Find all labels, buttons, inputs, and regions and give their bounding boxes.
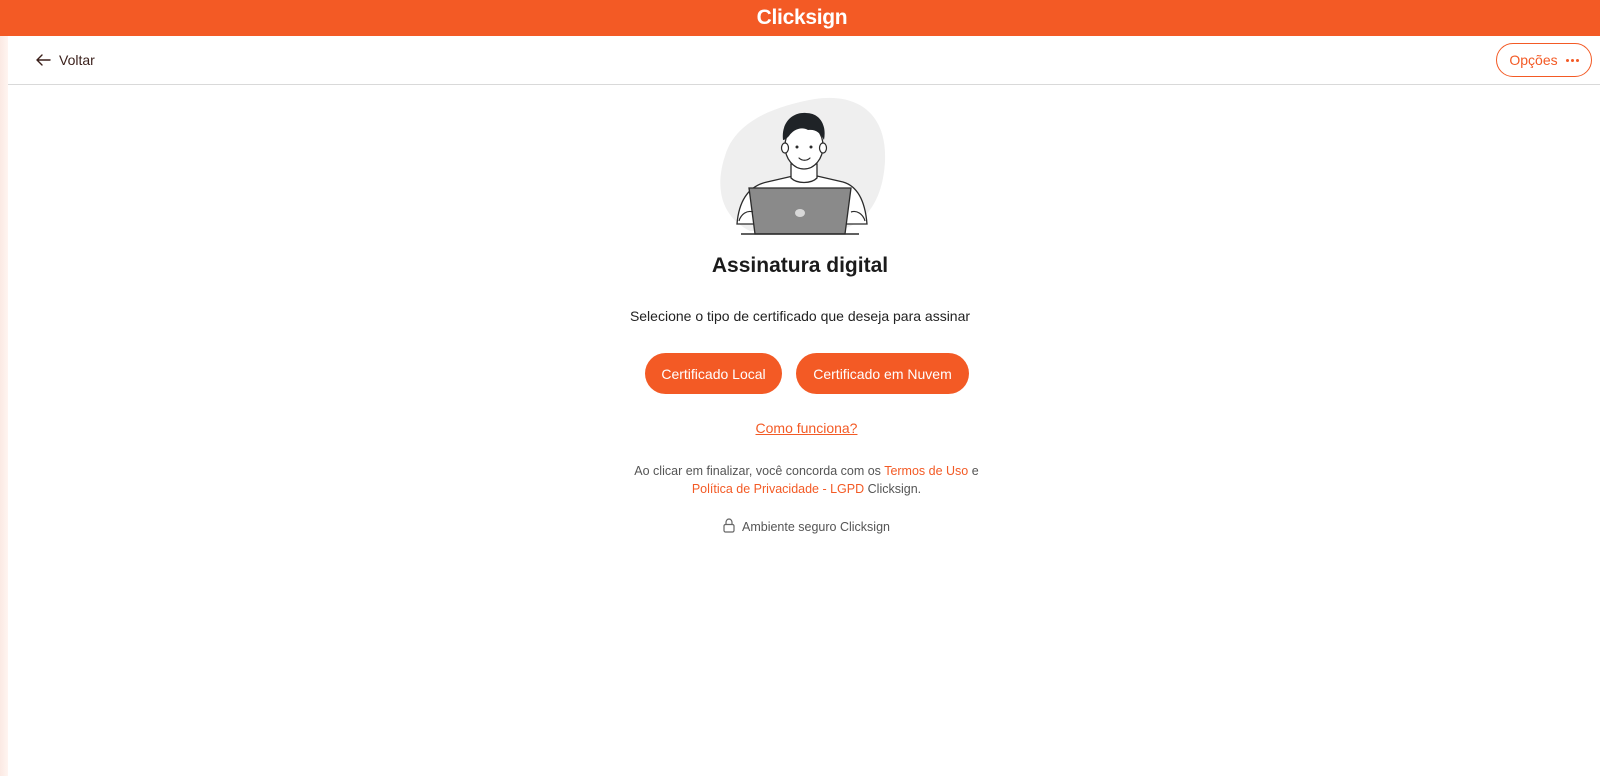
clicksign-logo: Clicksign	[756, 6, 848, 29]
brand-header: Clicksign	[0, 0, 1600, 36]
more-horizontal-icon	[1565, 58, 1579, 62]
left-edge-strip	[0, 36, 8, 776]
page-subtitle: Selecione o tipo de certificado que dese…	[629, 308, 971, 324]
lock-icon	[723, 518, 735, 536]
page-title: Assinatura digital	[711, 254, 889, 277]
back-button[interactable]: Voltar	[35, 48, 95, 72]
local-certificate-button[interactable]: Certificado Local	[645, 353, 782, 394]
how-it-works-link[interactable]: Como funciona?	[0, 420, 1600, 436]
legal-notice: Ao clicar em finalizar, você concorda co…	[0, 462, 1600, 498]
person-with-laptop-illustration	[705, 96, 905, 241]
options-label: Opções	[1509, 52, 1558, 68]
legal-suffix: Clicksign.	[867, 482, 922, 496]
arrow-left-icon	[35, 53, 51, 67]
certificate-buttons: Certificado Local Certificado em Nuvem	[645, 353, 969, 394]
terms-of-use-link[interactable]: Termos de Uso	[884, 464, 968, 478]
legal-prefix: Ao clicar em finalizar, você concorda co…	[634, 464, 881, 478]
privacy-policy-link[interactable]: Política de Privacidade - LGPD	[692, 482, 864, 496]
legal-connector: e	[971, 464, 979, 478]
back-label: Voltar	[59, 52, 95, 68]
cloud-certificate-button[interactable]: Certificado em Nuvem	[796, 353, 969, 394]
secure-text: Ambiente seguro Clicksign	[742, 520, 890, 534]
top-navigation: Voltar Opções	[8, 36, 1600, 85]
secure-environment-notice: Ambiente seguro Clicksign	[0, 518, 1600, 536]
options-button[interactable]: Opções	[1496, 43, 1592, 77]
